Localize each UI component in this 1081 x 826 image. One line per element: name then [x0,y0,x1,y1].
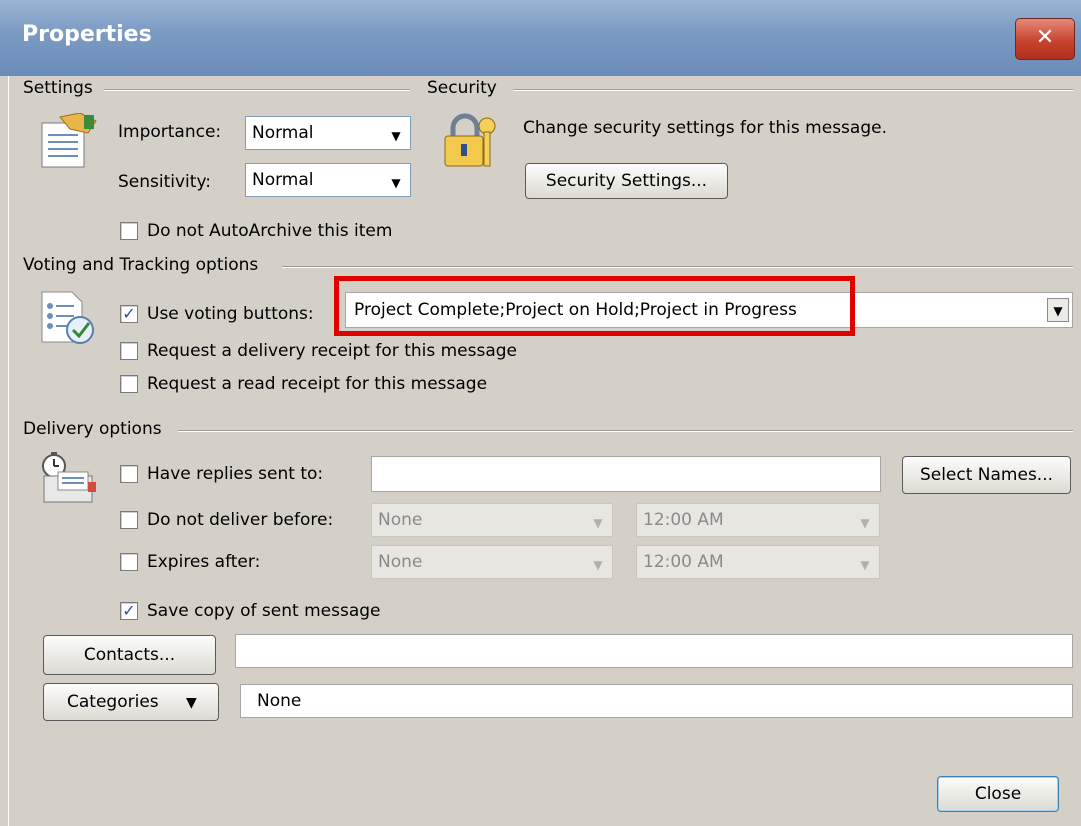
chevron-down-icon: ▼ [860,558,870,572]
not-before-date-value: None [378,510,423,530]
delivery-group-label: Delivery options [23,419,170,439]
security-description: Change security settings for this messag… [523,118,887,138]
security-divider [513,89,1073,91]
expires-date-value: None [378,552,423,572]
title-bar: Properties ✕ [0,0,1081,76]
security-group-label: Security [427,78,505,98]
save-copy-checkbox[interactable]: ✓ [120,602,138,620]
close-window-button[interactable]: ✕ [1015,18,1075,60]
expires-after-label: Expires after: [147,552,261,572]
chevron-down-icon: ▼ [186,695,197,711]
voting-divider [282,266,1073,268]
autoarchive-label: Do not AutoArchive this item [147,221,393,241]
categories-input[interactable]: None [240,684,1073,718]
read-receipt-checkbox[interactable] [120,375,138,393]
expires-time-select[interactable]: 12:00 AM ▼ [636,545,880,579]
contacts-input[interactable] [235,634,1073,668]
contacts-button[interactable]: Contacts... [43,635,216,675]
settings-divider [104,89,410,91]
chevron-down-icon[interactable]: ▼ [1047,298,1069,322]
have-replies-checkbox[interactable] [120,465,138,483]
message-options-icon [41,113,97,168]
security-settings-button[interactable]: Security Settings... [525,163,728,199]
not-before-time-select[interactable]: 12:00 AM ▼ [636,503,880,537]
close-button[interactable]: Close [937,776,1059,812]
save-copy-label: Save copy of sent message [147,601,381,621]
categories-label: Categories [67,692,159,712]
expires-date-select[interactable]: None ▼ [371,545,613,579]
expires-after-checkbox[interactable] [120,553,138,571]
close-icon: ✕ [1035,25,1055,50]
chevron-down-icon: ▼ [391,176,401,190]
chevron-down-icon: ▼ [860,516,870,530]
do-not-deliver-before-checkbox[interactable] [120,511,138,529]
use-voting-checkbox[interactable]: ✓ [120,305,138,323]
chevron-down-icon: ▼ [391,129,401,143]
have-replies-label: Have replies sent to: [147,464,324,484]
delivery-options-icon [42,452,96,503]
delivery-receipt-checkbox[interactable] [120,342,138,360]
use-voting-label: Use voting buttons: [147,304,314,324]
do-not-deliver-before-label: Do not deliver before: [147,510,334,530]
not-before-time-value: 12:00 AM [643,510,724,530]
categories-button[interactable]: Categories ▼ [43,683,219,721]
sensitivity-label: Sensitivity: [118,172,211,192]
window-title: Properties [22,22,152,47]
sensitivity-select[interactable]: Normal ▼ [245,163,411,197]
importance-label: Importance: [118,122,222,142]
sensitivity-value: Normal [252,170,314,190]
not-before-date-select[interactable]: None ▼ [371,503,613,537]
expires-time-value: 12:00 AM [643,552,724,572]
autoarchive-checkbox[interactable] [120,222,138,240]
voting-group-label: Voting and Tracking options [23,255,267,275]
replies-to-input[interactable] [371,456,881,492]
highlight-box [334,276,855,336]
settings-group-label: Settings [23,78,101,98]
chevron-down-icon: ▼ [593,558,603,572]
select-names-button[interactable]: Select Names... [902,456,1071,494]
delivery-receipt-label: Request a delivery receipt for this mess… [147,341,518,361]
lock-key-icon [444,113,496,167]
read-receipt-label: Request a read receipt for this message [147,374,488,394]
importance-value: Normal [252,123,314,143]
voting-tracking-icon [41,291,94,344]
importance-select[interactable]: Normal ▼ [245,116,411,150]
chevron-down-icon: ▼ [593,516,603,530]
delivery-divider [178,430,1073,432]
